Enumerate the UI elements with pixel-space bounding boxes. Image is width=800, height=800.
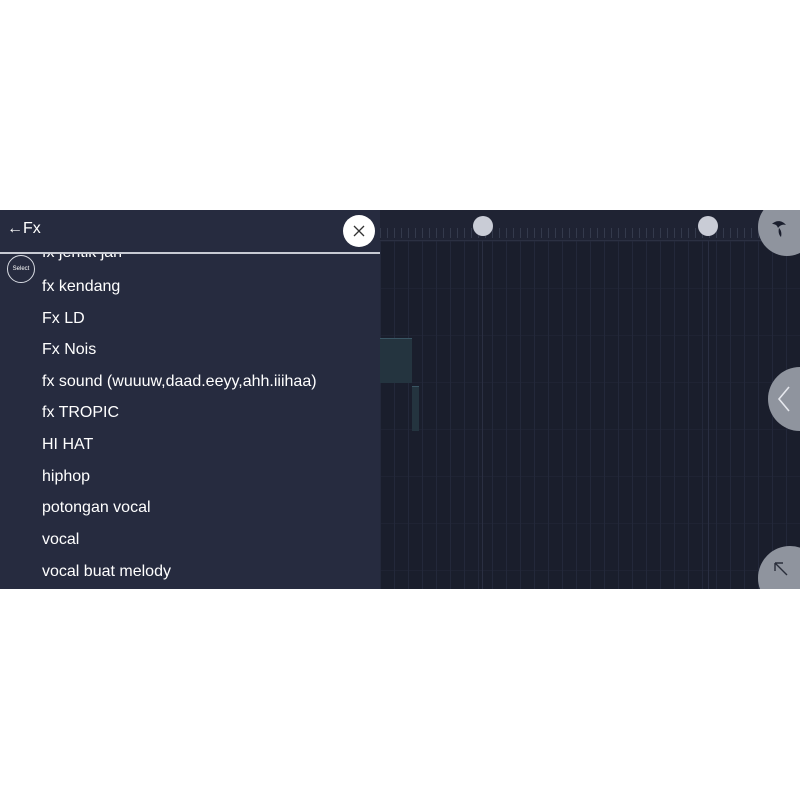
list-item[interactable]: potongan vocal xyxy=(42,499,151,517)
pattern-clip[interactable] xyxy=(412,386,419,431)
timeline-marker[interactable] xyxy=(473,216,493,236)
bar-line xyxy=(708,241,709,589)
close-button[interactable] xyxy=(343,215,375,247)
list-item[interactable]: fx sound (wuuuw,daad.eeyy,ahh.iiihaa) xyxy=(42,373,317,391)
close-icon xyxy=(353,225,365,237)
bar-line xyxy=(482,241,483,589)
select-button[interactable]: Select xyxy=(7,255,35,283)
list-item[interactable]: Fx LD xyxy=(42,310,85,328)
pattern-grid[interactable] xyxy=(380,241,800,589)
list-item[interactable]: hiphop xyxy=(42,468,90,486)
browser-panel: ←Fx fx jentik jari fx kendang Fx LD Fx N… xyxy=(0,210,380,589)
ruler-ticks xyxy=(380,228,800,238)
timeline-marker[interactable] xyxy=(698,216,718,236)
fruit-logo-icon xyxy=(772,221,786,237)
list-item[interactable]: vocal xyxy=(42,531,79,549)
list-item[interactable]: HI HAT xyxy=(42,436,93,454)
browser-header: ←Fx xyxy=(0,210,380,254)
pattern-clip[interactable] xyxy=(380,338,412,383)
back-button[interactable]: ←Fx xyxy=(7,220,41,238)
chevron-left-icon xyxy=(777,386,790,412)
list-item[interactable]: vocal buat melody xyxy=(42,563,171,581)
list-item[interactable]: fx TROPIC xyxy=(42,404,119,422)
app-window: ←Fx fx jentik jari fx kendang Fx LD Fx N… xyxy=(0,210,800,589)
file-list[interactable]: fx jentik jari fx kendang Fx LD Fx Nois … xyxy=(0,254,380,589)
list-item[interactable]: Fx Nois xyxy=(42,341,96,359)
list-item[interactable]: fx jentik jari xyxy=(42,254,122,262)
playlist-area[interactable] xyxy=(380,210,800,589)
arrow-up-left-icon xyxy=(774,562,788,576)
timeline-ruler[interactable] xyxy=(380,210,800,241)
list-item[interactable]: fx kendang xyxy=(42,278,120,296)
